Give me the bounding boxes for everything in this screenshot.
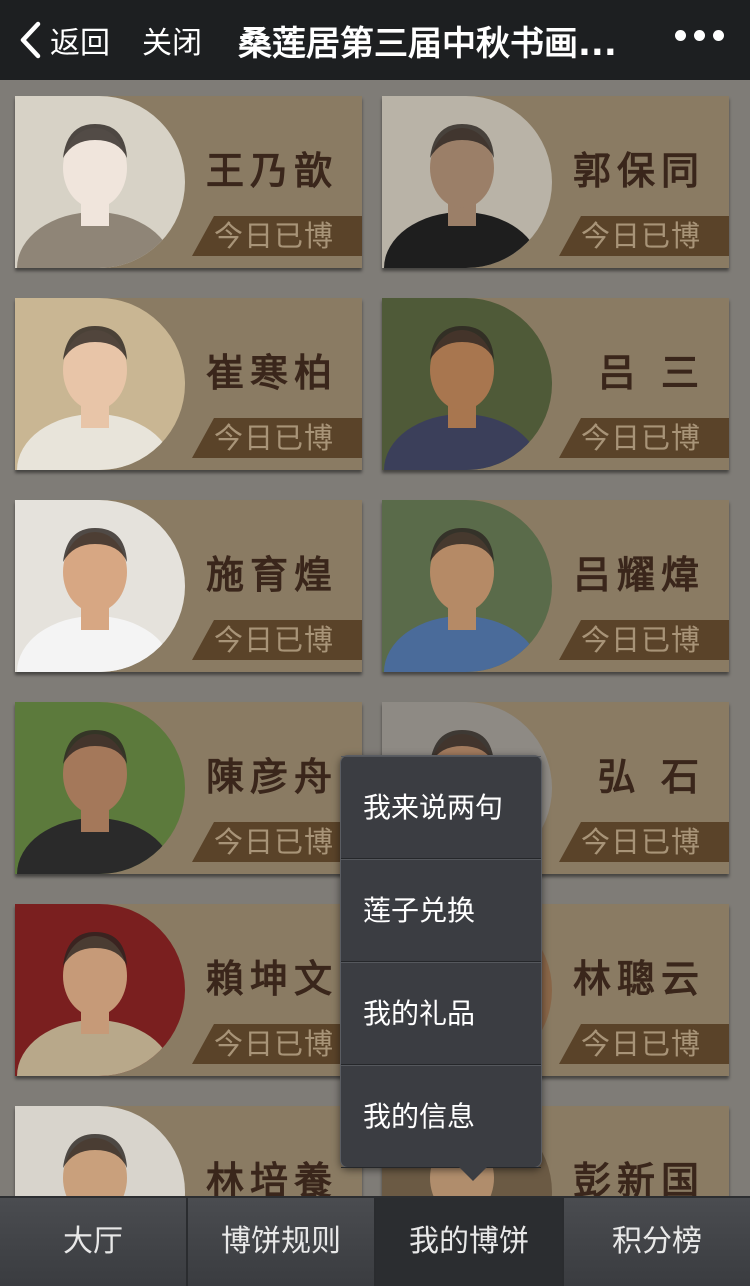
artist-photo xyxy=(15,1106,185,1196)
page-title: 桑莲居第三届中秋书画... xyxy=(238,23,617,64)
artist-card[interactable]: 林培養 xyxy=(15,1106,362,1196)
bottom-tab-bar: 大厅 博饼规则 我的博饼 积分榜 xyxy=(0,1196,750,1286)
artist-name: 崔寒柏 xyxy=(205,350,338,395)
chevron-left-icon xyxy=(20,21,41,59)
artist-card[interactable]: 施育煌今日已博 xyxy=(15,500,362,672)
artist-name: 弘 石 xyxy=(597,754,705,799)
tab-my-bobing[interactable]: 我的博饼 xyxy=(376,1198,564,1286)
status-badge: 今日已博 xyxy=(192,822,362,862)
artist-photo xyxy=(382,500,552,672)
back-button[interactable]: 返回 xyxy=(18,0,110,80)
dot-icon xyxy=(675,30,686,41)
back-label: 返回 xyxy=(50,26,110,61)
dot-icon xyxy=(713,30,724,41)
status-badge: 今日已博 xyxy=(559,418,729,458)
tab-hall[interactable]: 大厅 xyxy=(0,1198,188,1286)
tab-leaderboard[interactable]: 积分榜 xyxy=(564,1198,750,1286)
artist-photo xyxy=(15,298,185,470)
artist-name: 賴坤文 xyxy=(205,956,338,1001)
top-nav-bar: 返回 关闭 桑莲居第三届中秋书画... xyxy=(0,0,750,80)
status-badge: 今日已博 xyxy=(192,216,362,256)
artist-name: 郭保同 xyxy=(572,148,705,193)
status-badge: 今日已博 xyxy=(192,1024,362,1064)
artist-photo xyxy=(15,702,185,874)
artist-photo xyxy=(15,96,185,268)
artist-name: 吕耀煒 xyxy=(572,552,705,597)
status-badge: 今日已博 xyxy=(559,216,729,256)
artist-card[interactable]: 吕 三今日已博 xyxy=(382,298,729,470)
close-button[interactable]: 关闭 xyxy=(142,18,202,62)
popup-menu: 我来说两句 莲子兑换 我的礼品 我的信息 xyxy=(340,755,542,1181)
artist-card[interactable]: 賴坤文今日已博 xyxy=(15,904,362,1076)
status-badge: 今日已博 xyxy=(559,822,729,862)
menu-pointer-arrow xyxy=(459,1167,487,1181)
artist-name: 彭新国 xyxy=(572,1158,705,1196)
artist-name: 林培養 xyxy=(205,1158,338,1196)
status-badge: 今日已博 xyxy=(192,620,362,660)
menu-item-comment[interactable]: 我来说两句 xyxy=(341,756,541,859)
artist-name: 王乃歆 xyxy=(205,148,338,193)
tab-rules[interactable]: 博饼规则 xyxy=(188,1198,376,1286)
more-options-button[interactable] xyxy=(675,30,724,41)
artist-name: 林聰云 xyxy=(572,956,705,1001)
status-badge: 今日已博 xyxy=(192,418,362,458)
artist-card[interactable]: 陳彦舟今日已博 xyxy=(15,702,362,874)
artist-photo xyxy=(15,500,185,672)
menu-item-my-gifts[interactable]: 我的礼品 xyxy=(341,962,541,1065)
artist-name: 施育煌 xyxy=(205,552,338,597)
status-badge: 今日已博 xyxy=(559,1024,729,1064)
menu-item-lotus-exchange[interactable]: 莲子兑换 xyxy=(341,859,541,962)
artist-card[interactable]: 吕耀煒今日已博 xyxy=(382,500,729,672)
menu-item-my-info[interactable]: 我的信息 xyxy=(341,1065,541,1168)
artist-photo xyxy=(382,96,552,268)
artist-card[interactable]: 郭保同今日已博 xyxy=(382,96,729,268)
artist-photo xyxy=(15,904,185,1076)
status-badge: 今日已博 xyxy=(559,620,729,660)
dot-icon xyxy=(694,30,705,41)
artist-photo xyxy=(382,298,552,470)
artist-card[interactable]: 崔寒柏今日已博 xyxy=(15,298,362,470)
artist-name: 吕 三 xyxy=(597,350,705,395)
artist-card[interactable]: 王乃歆今日已博 xyxy=(15,96,362,268)
artist-name: 陳彦舟 xyxy=(205,754,338,799)
